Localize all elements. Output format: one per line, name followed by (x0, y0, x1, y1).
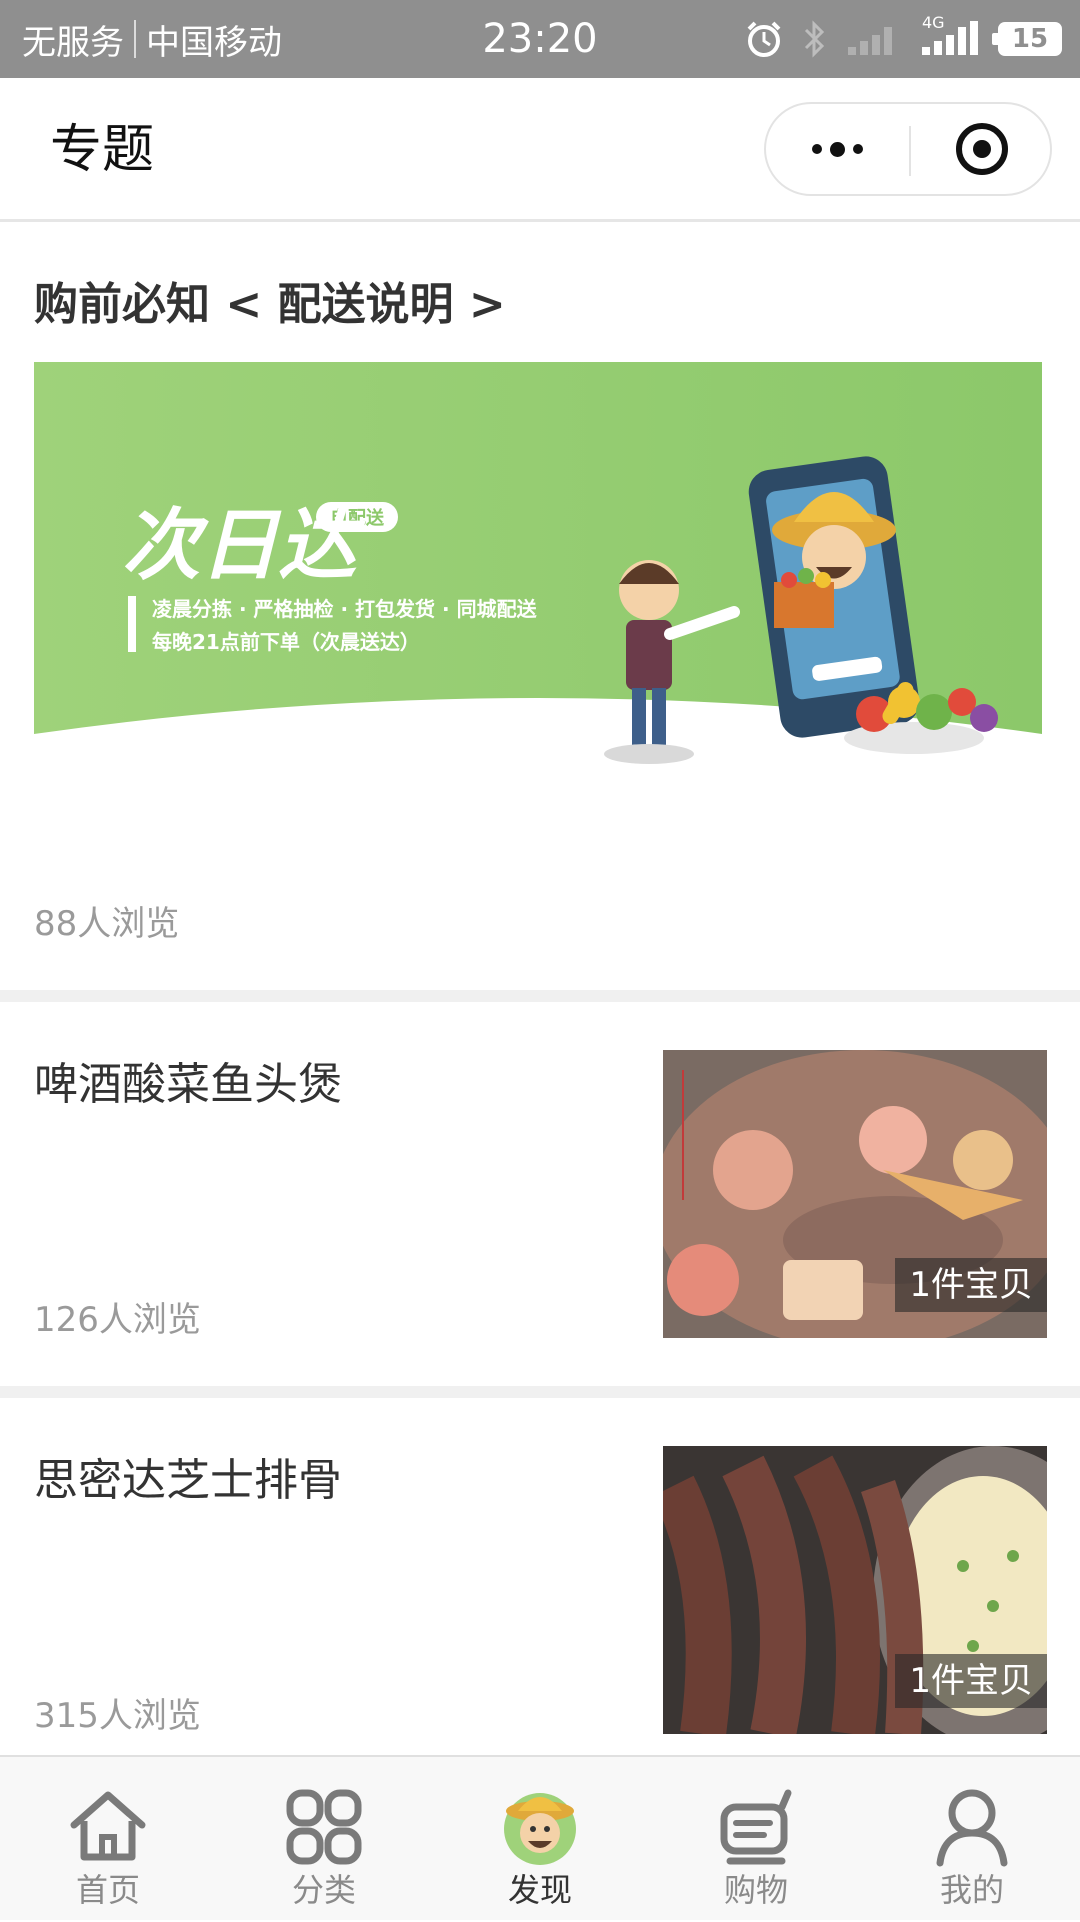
featured-views: 88人浏览 (34, 904, 180, 944)
user-icon (936, 1789, 1008, 1867)
tab-label: 发现 (507, 1871, 572, 1909)
tab-home[interactable]: 首页 (0, 1757, 216, 1922)
signal-sim2-icon (848, 27, 892, 55)
delivery-banner[interactable]: 自配送 次日达 凌晨分拣 · 严格抽检 · 打包发货 · 同城配送 每晚21点前… (34, 362, 1042, 782)
banner-line1: 凌晨分拣 · 严格抽检 · 打包发货 · 同城配送 (152, 597, 538, 621)
more-dot-icon (853, 144, 863, 154)
more-button[interactable] (766, 104, 909, 194)
page-title: 专题 (50, 120, 155, 180)
alarm-icon (747, 21, 781, 57)
nav-header: 专题 (0, 78, 1080, 222)
topic-card-views: 315人浏览 (34, 1696, 201, 1736)
topic-card-thumbnail[interactable]: 1件宝贝 (663, 1446, 1047, 1734)
tab-label: 首页 (75, 1871, 140, 1909)
banner-brand: 次日达 (122, 501, 366, 591)
topic-card-thumbnail[interactable]: 1件宝贝 (663, 1050, 1047, 1338)
more-dot-icon (812, 144, 822, 154)
bottom-tab-bar: 首页 分类 发现 购物 我的 (0, 1755, 1080, 1920)
featured-topic-title[interactable]: 购前必知 < 配送说明 > (34, 268, 506, 332)
tab-discover[interactable]: 发现 (432, 1757, 648, 1922)
mini-program-capsule (764, 102, 1052, 196)
discover-farmer-icon (504, 1793, 576, 1865)
item-count-badge: 1件宝贝 (895, 1654, 1047, 1708)
status-bar: 无服务 中国移动 23:20 4G 15 (0, 0, 1080, 78)
status-icons: 4G 15 (744, 0, 1062, 78)
banner-line2: 每晚21点前下单（次晨送达） (152, 630, 420, 654)
bluetooth-icon (804, 20, 825, 58)
tab-label: 购物 (723, 1871, 788, 1909)
topic-card-title[interactable]: 啤酒酸菜鱼头煲 (34, 1048, 342, 1112)
tab-category[interactable]: 分类 (216, 1757, 432, 1922)
section-divider (0, 990, 1080, 1002)
tab-label: 分类 (291, 1871, 356, 1909)
cart-icon (720, 1789, 792, 1865)
battery-icon: 15 (992, 22, 1062, 56)
home-icon (70, 1791, 146, 1861)
tab-cart[interactable]: 购物 (648, 1757, 864, 1922)
topic-card-views: 126人浏览 (34, 1300, 201, 1340)
close-button[interactable] (911, 104, 1052, 194)
topic-card-title[interactable]: 思密达芝士排骨 (34, 1444, 342, 1508)
item-count-badge: 1件宝贝 (895, 1258, 1047, 1312)
section-divider (0, 1386, 1080, 1398)
tab-profile[interactable]: 我的 (864, 1757, 1080, 1922)
close-target-icon (955, 123, 1008, 175)
banner-illustration: 自配送 次日达 凌晨分拣 · 严格抽检 · 打包发货 · 同城配送 每晚21点前… (34, 362, 1042, 782)
more-dot-icon (830, 141, 845, 157)
signal-4g-icon: 4G (920, 13, 980, 59)
category-grid-icon (286, 1789, 362, 1865)
tab-label: 我的 (939, 1871, 1004, 1909)
